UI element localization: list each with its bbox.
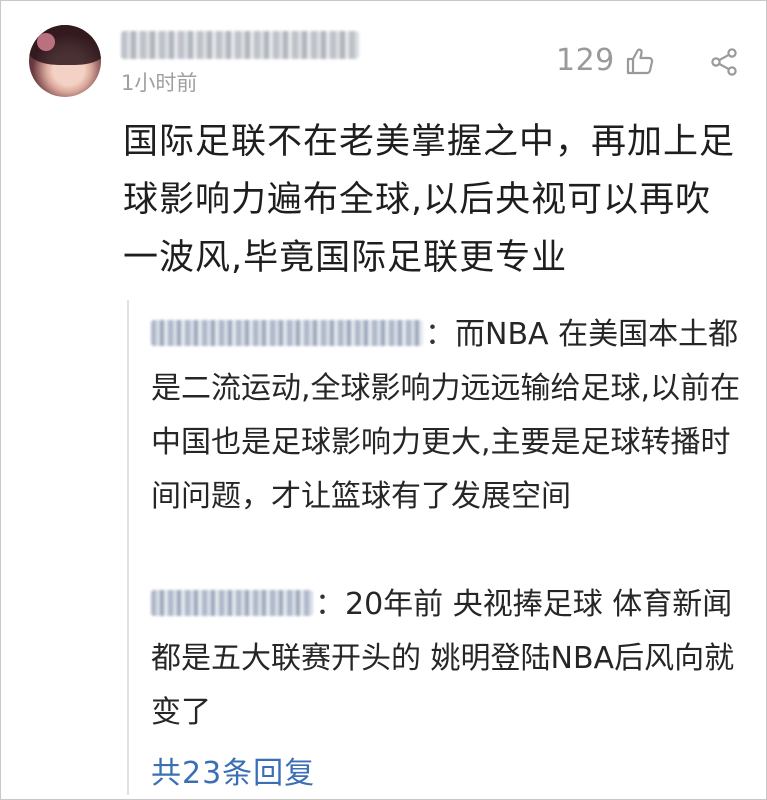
like-count: 129 bbox=[556, 43, 615, 78]
reply-username-blurred[interactable] bbox=[151, 589, 313, 616]
like-button[interactable]: 129 bbox=[556, 43, 655, 78]
reply-thread: ：而NBA 在美国本土都是二流运动,全球影响力远远输给足球,以前在中国也是足球影… bbox=[127, 300, 759, 795]
reply-separator: ： bbox=[425, 317, 455, 352]
thumbs-up-icon bbox=[625, 46, 655, 76]
avatar[interactable] bbox=[29, 25, 101, 97]
comment-body: 国际足联不在老美掌握之中，再加上足球影响力遍布全球,以后央视可以再吹一波风,毕竟… bbox=[123, 122, 736, 278]
reply-item: ：而NBA 在美国本土都是二流运动,全球影响力远远输给足球,以前在中国也是足球影… bbox=[151, 308, 741, 524]
reply-item: ：20年前 央视捧足球 体育新闻都是五大联赛开头的 姚明登陆NBA后风向就变了 bbox=[151, 578, 741, 740]
reply-username-blurred[interactable] bbox=[151, 319, 423, 346]
comment-card: 1小时前 129 国际足联不在老美掌握之中，再加上足球影响力遍布全球,以后央视可… bbox=[0, 0, 767, 800]
username-blurred[interactable] bbox=[121, 31, 359, 59]
share-icon[interactable] bbox=[709, 47, 739, 81]
comment-timestamp: 1小时前 bbox=[121, 71, 198, 95]
view-more-replies-link[interactable]: 共23条回复 bbox=[151, 748, 315, 792]
reply-separator: ： bbox=[315, 587, 345, 622]
avatar-flower bbox=[37, 33, 55, 51]
